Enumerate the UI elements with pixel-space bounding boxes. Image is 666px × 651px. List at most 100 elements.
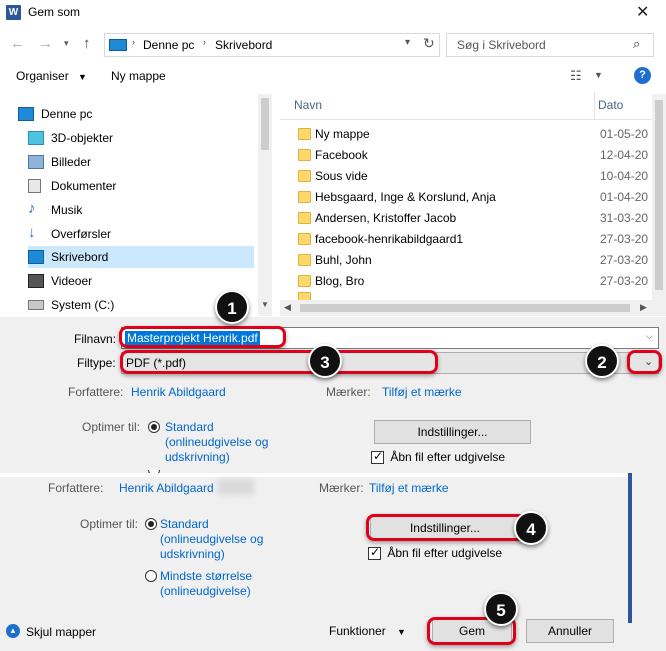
sidebar-item-videoer[interactable]: Videoer [28, 270, 254, 292]
checkbox[interactable]: ✓ [368, 545, 381, 561]
sidebar-item-skrivebord[interactable]: Skrivebord [28, 246, 254, 268]
file-list-scrollbar[interactable] [652, 94, 666, 316]
step-badge-3: 3 [308, 344, 342, 378]
close-icon[interactable]: ✕ [636, 2, 649, 22]
file-row[interactable]: facebook-henrikabildgaard1 27-03-20 [294, 229, 648, 250]
file-row[interactable]: Blog, Bro 27-03-20 [294, 271, 648, 292]
sidebar-item-billeder[interactable]: Billeder [28, 151, 254, 173]
column-header-date[interactable]: Dato [598, 98, 623, 112]
folder-icon [298, 212, 311, 224]
pictures-icon [28, 155, 44, 169]
breadcrumb-item[interactable]: Denne pc [143, 38, 194, 52]
radio-standard[interactable] [148, 421, 160, 436]
scroll-down-icon[interactable]: ▼ [261, 300, 269, 309]
file-row[interactable]: Facebook 12-04-20 [294, 145, 648, 166]
open-after-checkbox[interactable]: ✓ Åbn fil efter udgivelse [371, 449, 506, 465]
file-date: 10-04-20 [600, 169, 649, 183]
file-name: Blog, Bro [315, 274, 365, 288]
sidebar-item-label: System (C:) [51, 298, 115, 312]
functions-label: Funktioner [329, 624, 386, 638]
radio-button[interactable] [145, 518, 157, 530]
breadcrumb-item[interactable]: Skrivebord [215, 38, 272, 52]
sidebar-item-denne-pc[interactable]: Denne pc [18, 103, 244, 125]
navigation-pane: Denne pc 3D-objekter Billeder Dokumenter… [0, 94, 258, 316]
scroll-left-icon[interactable]: ◀ [284, 302, 291, 313]
authors-value[interactable]: Henrik Abildgaard [119, 481, 214, 495]
search-icon[interactable]: ⌕ [633, 36, 640, 52]
highlight-filetype [120, 350, 438, 374]
dropdown-chevron-icon[interactable]: ▾ [405, 37, 410, 48]
highlight-settings [366, 514, 528, 541]
blurred-region [218, 479, 254, 495]
word-app-icon: W [6, 5, 21, 20]
scrollbar-thumb[interactable] [300, 304, 630, 312]
sidebar-item-label: Videoer [51, 274, 93, 288]
radio-standard[interactable] [145, 518, 157, 533]
option-standard-text[interactable]: Standard (onlineudgivelse og udskrivning… [165, 420, 268, 465]
column-header-name[interactable]: Navn [294, 98, 322, 112]
back-arrow-icon[interactable]: ← [10, 35, 25, 52]
file-row[interactable]: Hebsgaard, Inge & Korslund, Anja 01-04-20 [294, 187, 648, 208]
chevron-down-icon[interactable]: ▼ [594, 70, 603, 80]
new-folder-button[interactable]: Ny mappe [111, 69, 166, 83]
overlay-edge [628, 473, 632, 623]
settings-button[interactable]: Indstillinger... [374, 420, 531, 444]
sidebar-item-label: Denne pc [41, 107, 93, 121]
tags-value[interactable]: Tilføj et mærke [382, 385, 462, 399]
file-row[interactable]: Andersen, Kristoffer Jacob 31-03-20 [294, 208, 648, 229]
file-date: 31-03-20 [600, 211, 649, 225]
refresh-icon[interactable]: ↻ [423, 35, 435, 52]
sidebar-item-musik[interactable]: ♪ Musik [28, 199, 254, 221]
sidebar-scrollbar[interactable]: ▼ [258, 94, 272, 316]
file-name: Ny mappe [315, 127, 370, 141]
file-row[interactable]: Sous vide 10-04-20 [294, 166, 648, 187]
chevron-up-icon[interactable]: ▲ [6, 624, 20, 638]
sidebar-item-overforsler[interactable]: ↓ Overførsler [28, 223, 254, 245]
view-options-icon[interactable]: ☷ [570, 68, 582, 84]
radio-minimum[interactable] [145, 570, 157, 585]
option-standard-text[interactable]: Standard (onlineudgivelse og udskrivning… [160, 517, 263, 562]
tags-value[interactable]: Tilføj et mærke [369, 481, 449, 495]
search-input[interactable]: Søg i Skrivebord [457, 38, 546, 52]
highlight-filename [119, 326, 286, 348]
file-row[interactable]: Buhl, John 27-03-20 [294, 250, 648, 271]
organize-menu[interactable]: Organiser ▼ [16, 69, 87, 83]
search-box[interactable]: Søg i Skrivebord ⌕ [446, 33, 654, 57]
hide-folders-button[interactable]: Skjul mapper [26, 625, 96, 639]
music-icon: ♪ [28, 200, 36, 217]
sidebar-item-label: Overførsler [51, 227, 111, 241]
sidebar-item-label: 3D-objekter [51, 131, 114, 145]
option-minimum-text[interactable]: Mindste størrelse (onlineudgivelse) [160, 569, 252, 599]
help-icon[interactable]: ? [634, 67, 651, 84]
folder-icon [298, 191, 311, 203]
chevron-down-icon[interactable]: ⌵ [646, 331, 653, 342]
tags-label: Mærker: [319, 481, 364, 495]
scrollbar-thumb[interactable] [655, 100, 663, 290]
authors-value[interactable]: Henrik Abildgaard [131, 385, 226, 399]
file-list-header: Navn Dato [280, 92, 652, 120]
videos-icon [28, 274, 44, 288]
scroll-right-icon[interactable]: ▶ [640, 302, 647, 313]
sidebar-item-3d-objekter[interactable]: 3D-objekter [28, 127, 254, 149]
file-list-hscrollbar[interactable]: ◀ ▶ [280, 300, 652, 316]
folder-icon [298, 170, 311, 182]
cancel-button[interactable]: Annuller [526, 619, 614, 643]
forward-arrow-icon[interactable]: → [38, 35, 53, 52]
file-date: 12-04-20 [600, 148, 649, 162]
radio-button[interactable] [145, 570, 157, 582]
checkbox-label: Åbn fil efter udgivelse [390, 450, 506, 464]
recent-chevron-icon[interactable]: ▾ [64, 38, 69, 49]
scrollbar-thumb[interactable] [261, 98, 269, 150]
file-date: 27-03-20 [600, 232, 649, 246]
file-row[interactable]: Ny mappe 01-05-20 [294, 124, 648, 145]
open-after-checkbox[interactable]: ✓ Åbn fil efter udgivelse [368, 545, 502, 561]
functions-menu[interactable]: Funktioner ▼ [329, 624, 406, 638]
checkbox[interactable]: ✓ [371, 449, 384, 465]
option-line: udskrivning) [160, 547, 225, 561]
up-arrow-icon[interactable]: ↑ [83, 35, 91, 52]
radio-button[interactable] [148, 421, 160, 433]
cube-icon [28, 131, 44, 145]
address-bar[interactable]: › Denne pc › Skrivebord ▾ ↻ [104, 33, 440, 57]
toolbar: Organiser ▼ Ny mappe ☷ ▼ ? [0, 64, 666, 90]
sidebar-item-dokumenter[interactable]: Dokumenter [28, 175, 254, 197]
